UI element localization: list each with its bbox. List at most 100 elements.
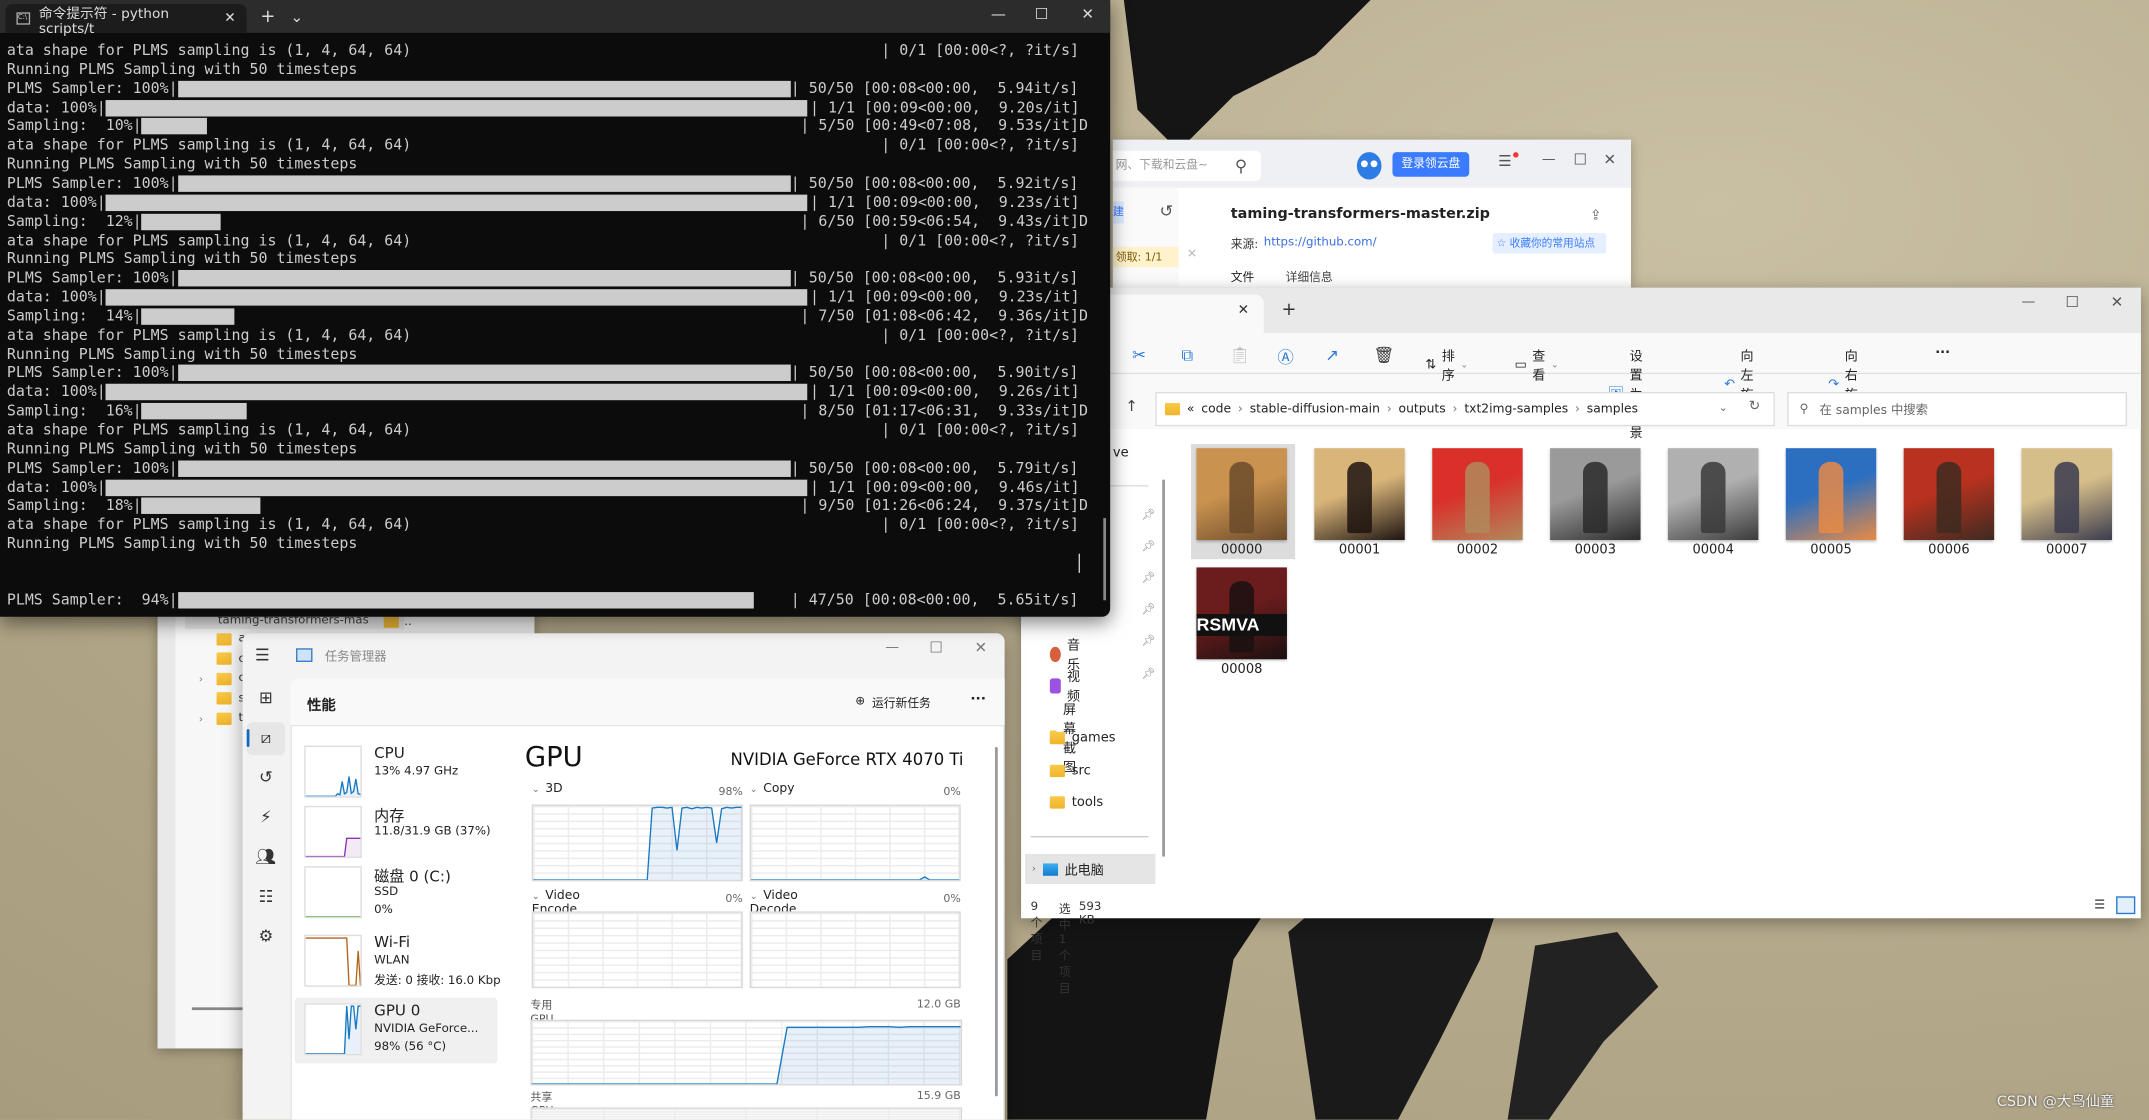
maximize-button[interactable]: ☐ [1035, 5, 1049, 23]
history-icon[interactable]: ↺ [1159, 201, 1173, 220]
share-icon[interactable]: ⇪ [1590, 208, 1601, 223]
processes-icon[interactable]: ⊞ [254, 688, 279, 707]
chevron-down-icon[interactable]: ⌄ [1719, 402, 1728, 414]
close-icon[interactable]: ✕ [1187, 248, 1197, 262]
nav-item-this-pc[interactable]: › 此电脑 [1025, 853, 1156, 884]
netdisk-search-input[interactable]: 网、下载和云盘~ ⚲ [1112, 150, 1261, 181]
pin-icon[interactable]: 📌︎ [1142, 540, 1156, 552]
breadcrumb-samples[interactable]: samples [1587, 402, 1638, 416]
chevron-down-icon[interactable]: ⌄ [750, 891, 758, 902]
file-name[interactable]: 00005 [1779, 543, 1883, 558]
file-name[interactable]: 00001 [1307, 543, 1411, 558]
engine-selector-Copy[interactable]: ⌄ Copy [750, 783, 795, 797]
engine-selector-3D[interactable]: ⌄ 3D [532, 783, 563, 797]
services-icon[interactable]: ⚙ [254, 926, 279, 945]
file-name[interactable]: 00006 [1897, 543, 2001, 558]
image-thumbnail[interactable]: RSMVA [1196, 567, 1287, 660]
breadcrumb-txt2img-samples[interactable]: txt2img-samples [1464, 402, 1568, 416]
chevron-down-icon[interactable]: ⌄ [532, 784, 540, 795]
breadcrumb-outputs[interactable]: outputs [1399, 402, 1446, 416]
source-link[interactable]: https://github.com/ [1264, 236, 1377, 252]
file-name[interactable]: 00007 [2015, 543, 2119, 558]
tab-files[interactable]: 文件 [1231, 269, 1255, 285]
image-thumbnail[interactable] [1785, 448, 1877, 540]
minimize-button[interactable]: — [1542, 152, 1556, 167]
paste-icon[interactable]: 📋︎ [1229, 345, 1250, 364]
nav-scrollbar[interactable] [1162, 479, 1165, 857]
terminal-tab[interactable]: C:\ 命令提示符 - python scripts/t ✕ [5, 4, 247, 36]
pin-icon[interactable]: 📌︎ [1142, 508, 1156, 520]
pin-icon[interactable]: 📌︎ [1142, 572, 1156, 584]
tree-item[interactable]: c [199, 652, 245, 665]
image-thumbnail[interactable] [2021, 448, 2113, 540]
chevron-down-icon[interactable]: ⌄ [750, 784, 758, 795]
pin-icon[interactable]: 📌︎ [1142, 635, 1156, 647]
close-button[interactable]: ✕ [974, 639, 987, 657]
tab-close-icon[interactable]: ✕ [224, 11, 235, 26]
file-name[interactable]: 00004 [1661, 543, 1765, 558]
sort-button[interactable]: ⇅ 排序 ⌄ [1425, 345, 1468, 383]
favorite-sites-button[interactable]: ☆ 收藏你的常用站点 [1492, 232, 1607, 254]
claim-badge[interactable]: 领取: 1/1 [1112, 246, 1179, 268]
nav-item-games[interactable]: games [1049, 731, 1115, 746]
file-name[interactable]: 00008 [1190, 662, 1294, 677]
tab-details[interactable]: 详细信息 [1286, 269, 1333, 285]
tree-item[interactable]: s [199, 691, 245, 705]
cut-icon[interactable]: ✂ [1132, 345, 1146, 364]
more-options-button[interactable]: ··· [970, 692, 986, 707]
image-thumbnail[interactable] [1432, 448, 1523, 540]
chevron-right-icon[interactable]: › [1032, 863, 1036, 874]
mascot-avatar[interactable] [1356, 152, 1382, 180]
users-icon[interactable]: 👥︎ [254, 847, 279, 866]
image-thumbnail[interactable] [1903, 448, 1995, 540]
close-button[interactable]: ✕ [1604, 151, 1617, 169]
delete-icon[interactable]: 🗑︎ [1373, 345, 1394, 364]
search-input[interactable]: ⚲ 在 samples 中搜索 [1787, 391, 2128, 427]
login-button[interactable]: 登录领云盘 [1392, 152, 1470, 177]
minimize-button[interactable]: — [991, 5, 1006, 23]
app-history-icon[interactable]: ↺ [254, 768, 279, 787]
chevron-right-icon[interactable]: › [199, 672, 210, 684]
rename-icon[interactable]: Ⓐ [1277, 345, 1293, 368]
pin-icon[interactable]: 📌︎ [1142, 667, 1156, 679]
horizontal-scrollbar[interactable] [191, 1007, 247, 1011]
tab-close-icon[interactable]: ✕ [1238, 303, 1249, 318]
thumbnail-view-button[interactable] [2116, 896, 2136, 915]
menu-icon[interactable]: ☰ [1498, 152, 1512, 170]
copy-icon[interactable]: ⧉ [1181, 345, 1193, 366]
image-thumbnail[interactable] [1667, 448, 1759, 540]
share-icon[interactable]: ↗ [1325, 345, 1339, 364]
maximize-button[interactable]: ☐ [929, 639, 943, 657]
parent-folder[interactable]: .. [383, 615, 412, 629]
run-new-task-button[interactable]: ⊕ 运行新任务 [855, 695, 931, 711]
startup-apps-icon[interactable]: ⚡︎ [254, 807, 279, 826]
image-thumbnail[interactable] [1196, 448, 1287, 540]
address-bar[interactable]: « code › stable-diffusion-main › outputs › txt… [1155, 391, 1775, 427]
tree-item[interactable]: ›c [199, 672, 245, 686]
scrollbar[interactable] [995, 746, 998, 1097]
new-tab-button[interactable]: + [1281, 300, 1296, 321]
maximize-button[interactable]: ☐ [1573, 151, 1587, 169]
up-arrow-icon[interactable]: ↑ [1125, 397, 1138, 415]
close-button[interactable]: ✕ [1081, 5, 1094, 23]
pin-icon[interactable]: 📌︎ [1142, 603, 1156, 615]
nav-item-partial[interactable]: ve [1113, 445, 1129, 460]
breadcrumb-code[interactable]: code [1201, 402, 1231, 416]
file-name[interactable]: 00000 [1190, 543, 1294, 558]
breadcrumb-stable-diffusion-main[interactable]: stable-diffusion-main [1250, 402, 1380, 416]
perf-item-CPU[interactable]: CPU 13% 4.97 GHz [295, 740, 498, 806]
details-view-button[interactable]: ☰ [2094, 899, 2105, 913]
nav-item-src[interactable]: src [1049, 763, 1091, 778]
minimize-button[interactable]: — [2022, 295, 2036, 310]
tree-item[interactable]: a [199, 632, 246, 646]
view-button[interactable]: ▭ 查看 ⌄ [1514, 345, 1558, 383]
tree-item[interactable]: › t [199, 711, 243, 725]
chevron-right-icon[interactable]: › [199, 712, 210, 724]
perf-item-内存[interactable]: 内存 11.8/31.9 GB (37%) [295, 800, 498, 866]
maximize-button[interactable]: ☐ [2065, 293, 2079, 311]
file-name[interactable]: 00002 [1425, 543, 1529, 558]
terminal-scrollbar[interactable] [1103, 518, 1107, 601]
refresh-icon[interactable]: ↻ [1749, 399, 1760, 414]
perf-item-GPU 0[interactable]: GPU 0 NVIDIA GeForce... 98% (56 °C) [294, 997, 498, 1064]
new-button[interactable]: 建 [1112, 201, 1124, 224]
